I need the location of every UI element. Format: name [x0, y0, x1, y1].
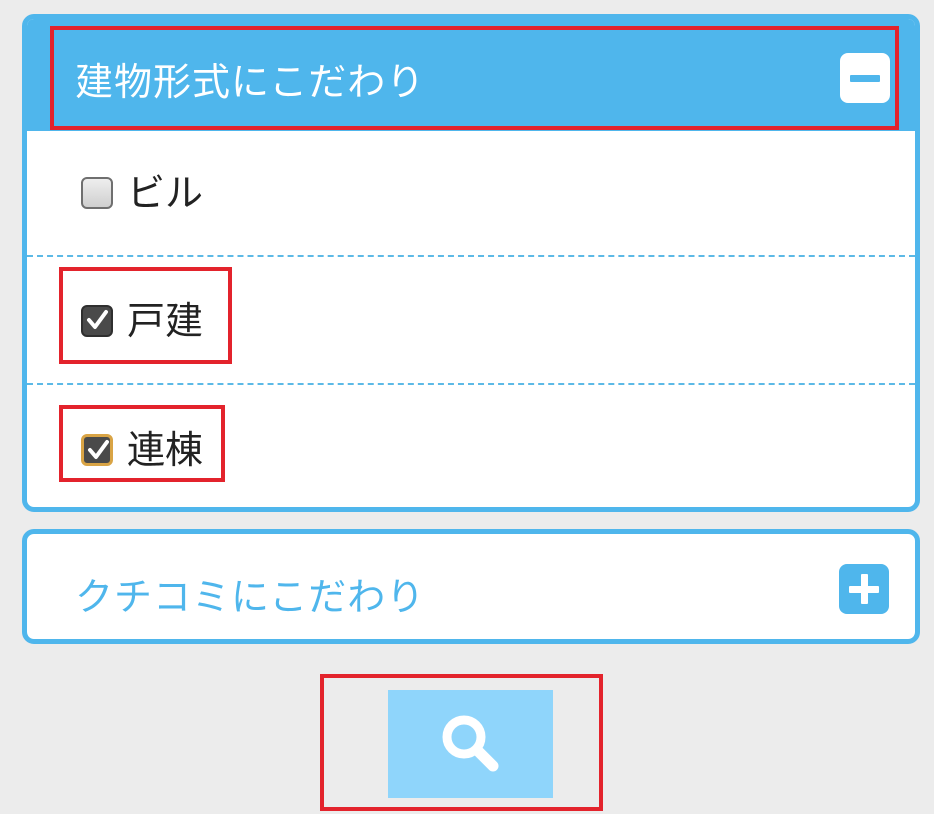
search-icon	[442, 715, 498, 772]
condition-search-screen: 建物形式にこだわり ビル 戸建 連棟 クチコミにこだわり	[0, 0, 934, 814]
reviews-panel-title: クチコミにこだわり	[75, 575, 426, 619]
building-type-panel-header[interactable]: 建物形式にこだわり	[27, 19, 915, 131]
reviews-panel-header[interactable]: クチコミにこだわり	[22, 529, 920, 644]
option-row-row-house[interactable]: 連棟	[27, 387, 915, 507]
minus-icon	[850, 74, 880, 82]
option-label-building: ビル	[127, 171, 204, 215]
checkmark-icon	[87, 310, 108, 329]
option-row-building[interactable]: ビル	[27, 131, 915, 257]
option-label-detached-house: 戸建	[127, 299, 204, 343]
plus-icon	[849, 574, 879, 604]
expand-button[interactable]	[839, 564, 889, 614]
checkbox-row-house[interactable]	[81, 434, 113, 466]
checkbox-detached-house[interactable]	[81, 305, 113, 337]
building-type-panel: 建物形式にこだわり ビル 戸建 連棟	[22, 14, 920, 512]
checkbox-building[interactable]	[81, 177, 113, 209]
collapse-button[interactable]	[840, 53, 890, 103]
option-row-detached-house[interactable]: 戸建	[27, 259, 915, 385]
option-label-row-house: 連棟	[127, 428, 204, 472]
checkmark-icon	[88, 440, 109, 459]
building-type-panel-title: 建物形式にこだわり	[75, 60, 426, 104]
search-button[interactable]	[388, 690, 553, 798]
